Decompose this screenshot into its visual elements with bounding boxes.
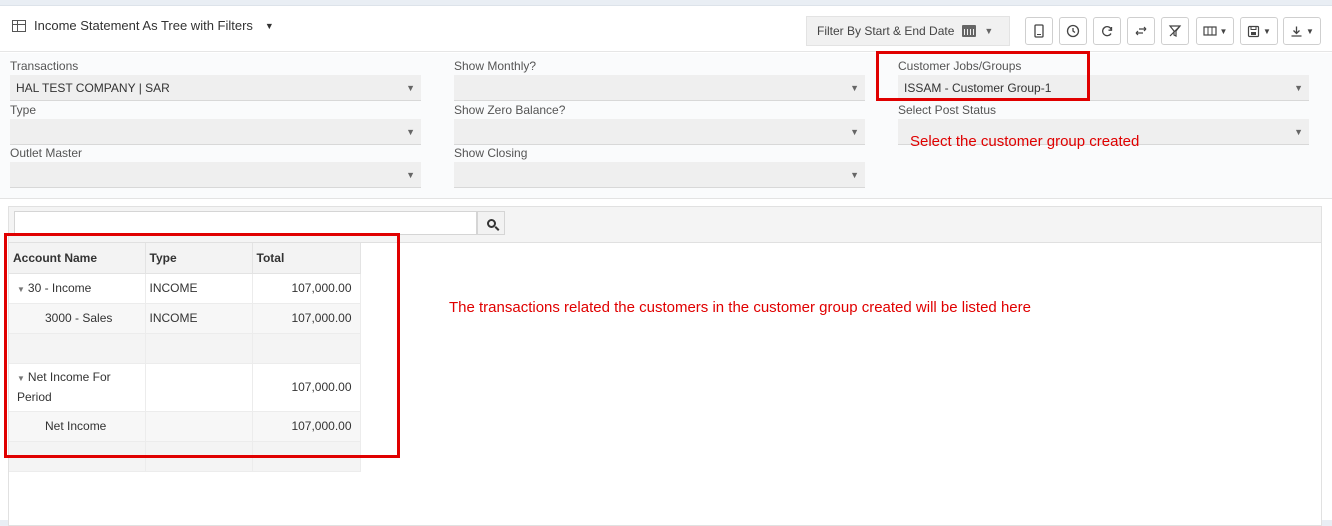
calendar-icon xyxy=(962,25,977,37)
table-row[interactable]: ▼ Net Income For Period 107,000.00 xyxy=(9,363,361,412)
clear-filter-button[interactable] xyxy=(1161,17,1189,45)
chevron-down-icon: ▼ xyxy=(1219,26,1228,36)
mobile-view-button[interactable] xyxy=(1025,17,1053,45)
account-name-text: 30 - Income xyxy=(27,281,92,295)
type-cell xyxy=(145,441,253,472)
chevron-down-icon: ▼ xyxy=(1306,26,1314,36)
download-button[interactable]: ▼ xyxy=(1283,17,1321,45)
post-status-label: Select Post Status xyxy=(898,103,997,117)
clock-icon xyxy=(1066,24,1080,38)
type-select[interactable]: ▼ xyxy=(10,119,421,145)
collapse-triangle-icon[interactable]: ▼ xyxy=(17,285,25,294)
total-cell xyxy=(252,333,361,364)
type-cell xyxy=(145,333,253,364)
total-cell xyxy=(252,441,361,472)
table-icon xyxy=(12,19,26,32)
account-name-cell: ▼ Net Income For Period xyxy=(9,363,146,412)
expand-button[interactable] xyxy=(1127,17,1155,45)
search-button[interactable] xyxy=(477,211,505,235)
chevron-down-icon: ▼ xyxy=(406,83,415,93)
chevron-down-icon: ▼ xyxy=(406,170,415,180)
date-filter-label: Filter By Start & End Date xyxy=(817,24,955,38)
column-header-account-name[interactable]: Account Name xyxy=(9,243,146,274)
table-row[interactable]: Net Income 107,000.00 xyxy=(9,411,361,442)
chevron-down-icon: ▼ xyxy=(406,127,415,137)
save-button[interactable]: ▼ xyxy=(1240,17,1278,45)
show-monthly-select[interactable]: ▼ xyxy=(454,75,865,101)
column-header-total[interactable]: Total xyxy=(252,243,361,274)
account-name-text: Net Income For Period xyxy=(17,370,111,404)
chevron-down-icon[interactable]: ▼ xyxy=(265,21,274,31)
account-name-cell: Net Income xyxy=(9,411,146,442)
transactions-value: HAL TEST COMPANY | SAR xyxy=(16,81,170,95)
chevron-down-icon: ▼ xyxy=(1263,26,1271,36)
refresh-button[interactable] xyxy=(1093,17,1121,45)
columns-button[interactable]: ▼ xyxy=(1196,17,1234,45)
chevron-down-icon: ▼ xyxy=(850,83,859,93)
report-title-menu[interactable]: Income Statement As Tree with Filters ▼ xyxy=(12,18,274,33)
total-cell: 107,000.00 xyxy=(252,303,361,334)
report-grid-panel: Account Name Type Total ▼ 30 - Income INC… xyxy=(8,206,1322,526)
table-row xyxy=(9,333,361,364)
outlet-master-label: Outlet Master xyxy=(10,146,83,160)
search-icon xyxy=(486,218,496,228)
type-cell: INCOME xyxy=(145,303,253,334)
customer-jobs-value: ISSAM - Customer Group-1 xyxy=(904,81,1052,95)
account-name-cell: ▼ 30 - Income xyxy=(9,273,146,304)
history-button[interactable] xyxy=(1059,17,1087,45)
date-filter-button[interactable]: Filter By Start & End Date ▼ xyxy=(806,16,1010,46)
transactions-select[interactable]: HAL TEST COMPANY | SAR ▼ xyxy=(10,75,421,101)
show-zero-balance-select[interactable]: ▼ xyxy=(454,119,865,145)
chevron-down-icon: ▼ xyxy=(850,170,859,180)
chevron-down-icon: ▼ xyxy=(1294,127,1303,137)
show-monthly-label: Show Monthly? xyxy=(454,59,537,73)
page-title: Income Statement As Tree with Filters xyxy=(34,18,253,33)
filter-panel: Transactions HAL TEST COMPANY | SAR ▼ Ty… xyxy=(0,53,1332,199)
column-header-type[interactable]: Type xyxy=(145,243,253,274)
account-name-cell xyxy=(9,333,146,364)
chevron-down-icon: ▼ xyxy=(984,26,994,36)
customer-group-annotation: Select the customer group created xyxy=(910,133,1140,150)
type-cell xyxy=(145,363,253,412)
show-closing-label: Show Closing xyxy=(454,146,528,160)
type-label: Type xyxy=(10,103,37,117)
report-window: Income Statement As Tree with Filters ▼ … xyxy=(0,5,1332,526)
chevron-down-icon: ▼ xyxy=(1294,83,1303,93)
outlet-master-select[interactable]: ▼ xyxy=(10,162,421,188)
account-name-cell: 3000 - Sales xyxy=(9,303,146,334)
chevron-down-icon: ▼ xyxy=(850,127,859,137)
mobile-icon xyxy=(1034,24,1044,38)
show-closing-select[interactable]: ▼ xyxy=(454,162,865,188)
table-row[interactable]: 3000 - Sales INCOME 107,000.00 xyxy=(9,303,361,334)
report-table: Account Name Type Total ▼ 30 - Income INC… xyxy=(9,243,361,472)
report-header: Income Statement As Tree with Filters ▼ … xyxy=(0,6,1332,52)
columns-icon xyxy=(1202,26,1217,36)
total-cell: 107,000.00 xyxy=(252,363,361,412)
customer-jobs-select[interactable]: ISSAM - Customer Group-1 ▼ xyxy=(898,75,1309,101)
customer-jobs-label: Customer Jobs/Groups xyxy=(898,59,1022,73)
clear-filter-icon xyxy=(1168,25,1182,37)
type-cell xyxy=(145,411,253,442)
refresh-icon xyxy=(1102,26,1113,37)
total-cell: 107,000.00 xyxy=(252,273,361,304)
grid-toolbar xyxy=(9,207,1321,243)
download-icon xyxy=(1291,26,1302,37)
transactions-annotation: The transactions related the customers i… xyxy=(449,299,1031,316)
collapse-triangle-icon[interactable]: ▼ xyxy=(17,374,25,383)
search-input[interactable] xyxy=(14,211,477,235)
transactions-label: Transactions xyxy=(10,59,79,73)
account-name-cell xyxy=(9,441,146,472)
show-zero-balance-label: Show Zero Balance? xyxy=(454,103,566,117)
expand-arrows-icon xyxy=(1135,26,1147,36)
total-cell: 107,000.00 xyxy=(252,411,361,442)
type-cell: INCOME xyxy=(145,273,253,304)
save-icon xyxy=(1247,25,1260,37)
table-row xyxy=(9,441,361,472)
table-row[interactable]: ▼ 30 - Income INCOME 107,000.00 xyxy=(9,273,361,304)
